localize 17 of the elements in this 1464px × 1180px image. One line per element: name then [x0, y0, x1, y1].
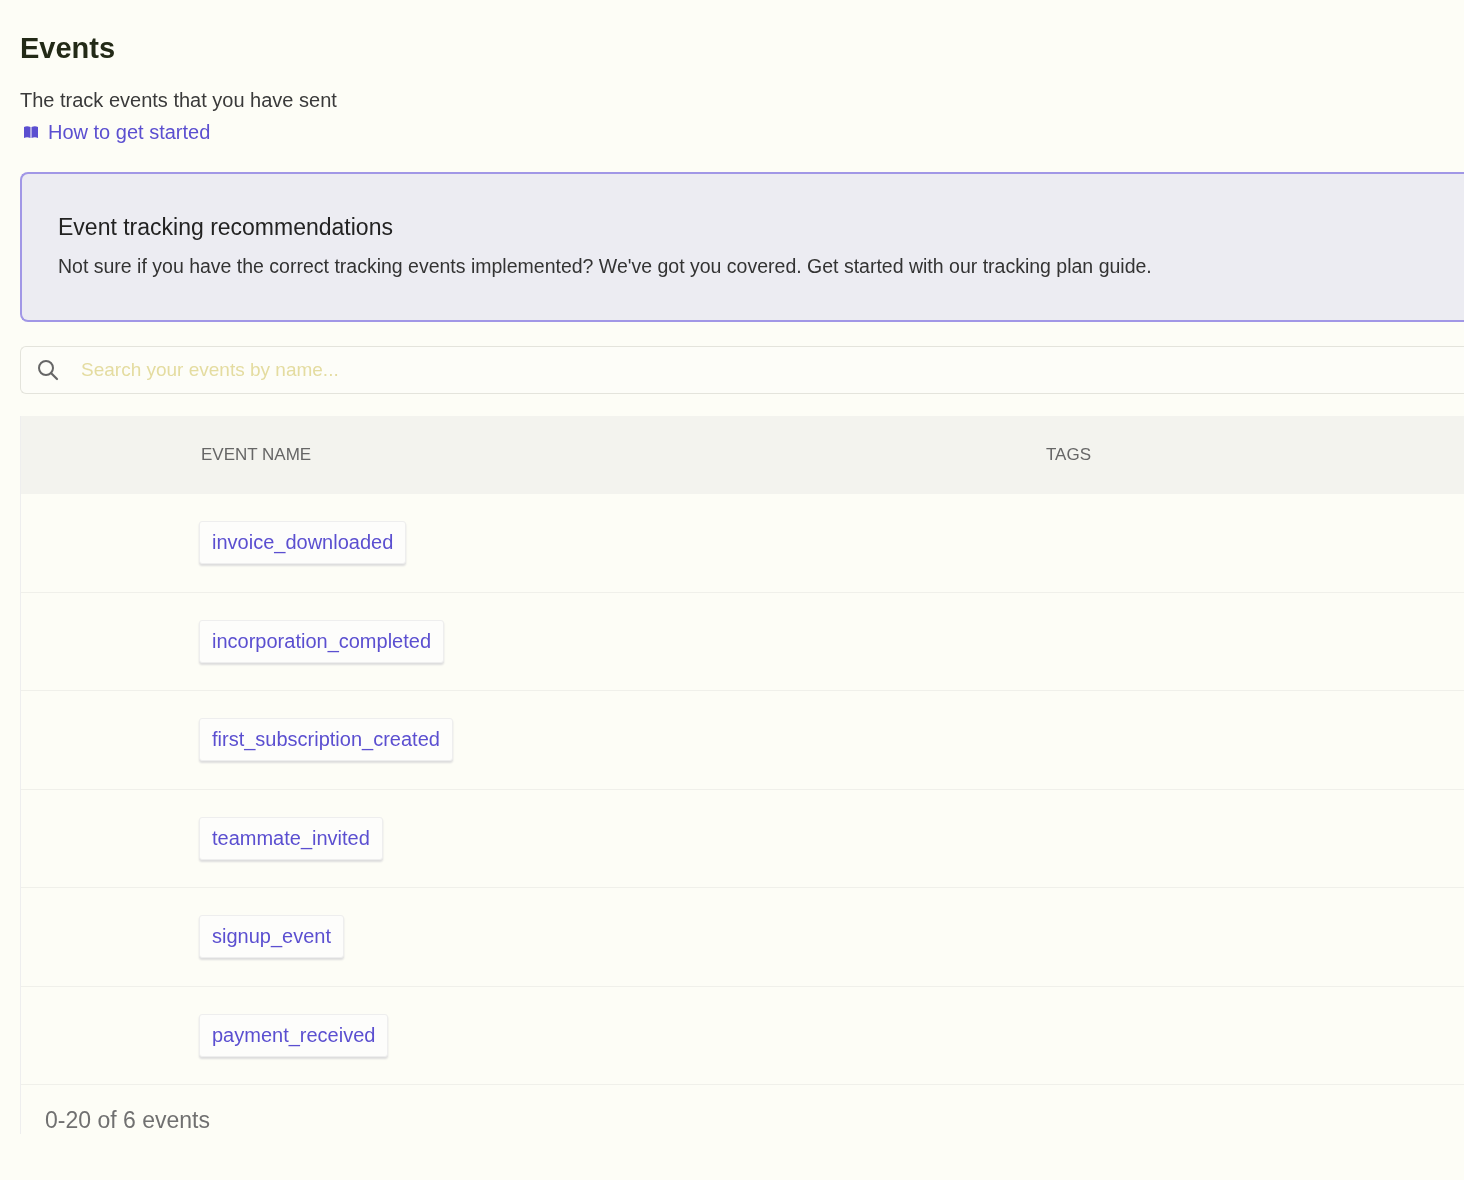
column-header: TAGS	[1046, 445, 1092, 465]
book-icon	[23, 125, 39, 139]
search-field[interactable]: Search your events by name...	[20, 346, 1464, 394]
column-header: EVENT NAME	[201, 445, 313, 465]
card-title: Event tracking recommendations	[58, 213, 394, 242]
event-name-tag[interactable]: incorporation_completed	[199, 619, 445, 663]
event-name-tag[interactable]: teammate_invited	[199, 816, 383, 860]
pagination-text: 0-20 of 6 events	[44, 1107, 211, 1134]
event-name-tag[interactable]: payment_received	[199, 1013, 389, 1057]
event-name-tag[interactable]: first_subscription_created	[199, 718, 453, 762]
event-name-tag[interactable]: signup_event	[199, 915, 344, 959]
card-text: Not sure if you have the correct tracking events implemented? We've got you covered. Get started with our tracking plan guide.	[58, 254, 1153, 279]
search-icon	[36, 358, 60, 382]
event-name-tag[interactable]: invoice_downloaded	[199, 521, 407, 565]
help-link[interactable]: How to get started	[48, 118, 211, 146]
page-title: Events	[20, 31, 117, 66]
page-subtitle: The track events that you have sent	[20, 88, 338, 113]
